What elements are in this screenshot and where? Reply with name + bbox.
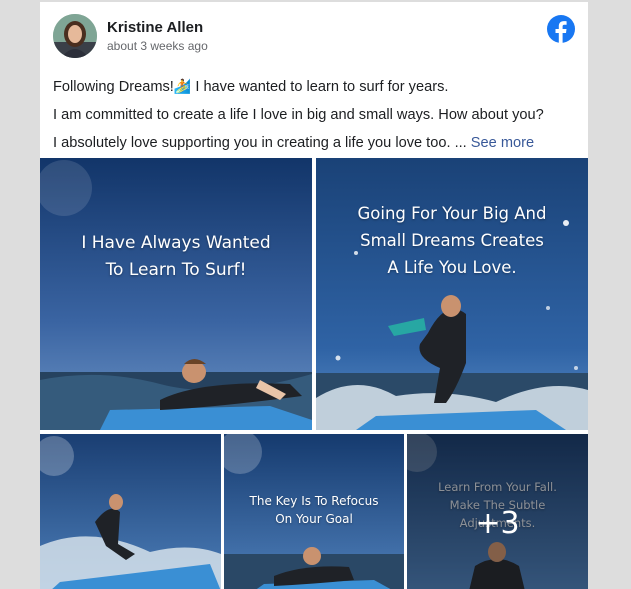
post-timestamp[interactable]: about 3 weeks ago: [107, 39, 208, 53]
photo-4-caption: The Key Is To Refocus On Your Goal: [249, 494, 379, 526]
post-text-line: I am committed to create a life I love i…: [53, 107, 544, 123]
photo-4[interactable]: The Key Is To Refocus On Your Goal: [224, 434, 404, 589]
more-photos-count[interactable]: +3: [407, 506, 588, 541]
post-text-line: Following Dreams!🏄 I have wanted to lear…: [53, 78, 449, 95]
facebook-icon[interactable]: [547, 15, 575, 43]
photo-2-caption: Going For Your Big And Small Dreams Crea…: [357, 204, 547, 277]
author-name[interactable]: Kristine Allen: [107, 19, 203, 36]
post-card: Kristine Allen about 3 weeks ago Followi…: [40, 2, 588, 589]
post-header: Kristine Allen about 3 weeks ago: [40, 2, 588, 64]
photo-5[interactable]: Learn From Your Fall. Make The Subtle Ad…: [407, 434, 588, 589]
see-more-link[interactable]: See more: [471, 135, 534, 151]
surfer-emoji: 🏄: [173, 78, 192, 94]
photo-1-caption: I Have Always Wanted To Learn To Surf!: [81, 233, 271, 280]
photo-1[interactable]: I Have Always Wanted To Learn To Surf!: [40, 158, 312, 430]
avatar[interactable]: [53, 14, 97, 58]
photo-3[interactable]: [40, 434, 221, 589]
photo-2[interactable]: Going For Your Big And Small Dreams Crea…: [316, 158, 588, 430]
post-text: Following Dreams!🏄 I have wanted to lear…: [53, 72, 583, 157]
post-text-line: I absolutely love supporting you in crea…: [53, 135, 535, 151]
